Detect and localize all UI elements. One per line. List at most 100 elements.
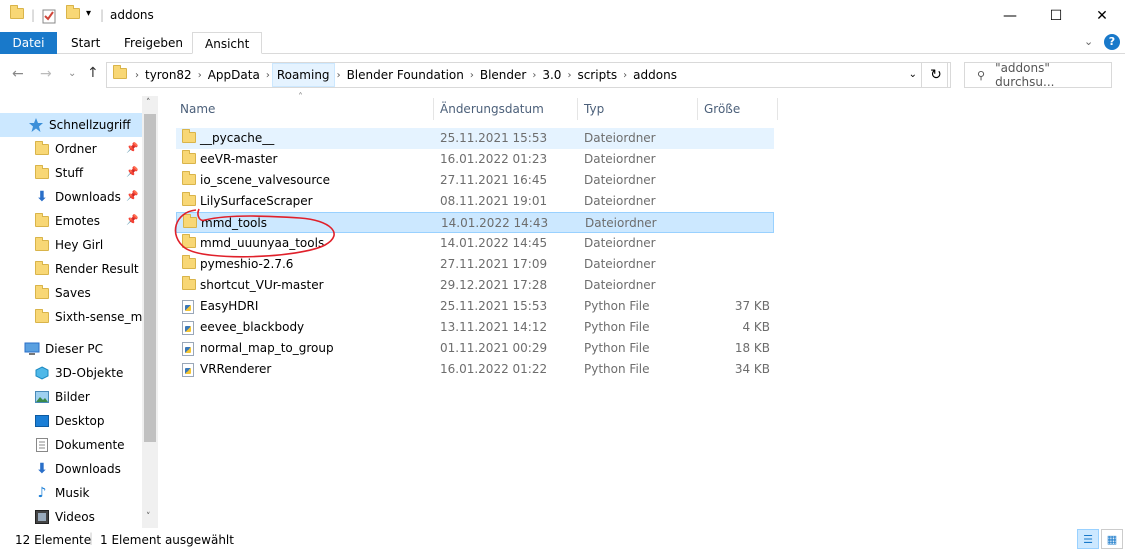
details-view-icon: ☰	[1083, 532, 1093, 546]
column-header-size[interactable]: Größe	[704, 96, 740, 122]
cube-icon	[34, 365, 50, 381]
sidebar-item-hey-girl[interactable]: Hey Girl	[0, 233, 103, 257]
folder-icon	[34, 236, 50, 253]
customize-toolbar-icon[interactable]: ▾	[86, 8, 91, 24]
sidebar-item-downloads-pc[interactable]: ⬇ Downloads	[0, 457, 121, 481]
sidebar-item-sixth-sense[interactable]: Sixth-sense_mot	[0, 305, 154, 329]
recent-locations-icon[interactable]: ⌄	[68, 68, 76, 79]
folder-icon	[34, 260, 50, 277]
download-icon: ⬇	[36, 461, 48, 477]
file-row[interactable]: io_scene_valvesource 27.11.2021 16:45 Da…	[176, 170, 774, 191]
file-row[interactable]: EasyHDRI 25.11.2021 15:53 Python File 37…	[176, 296, 774, 317]
search-placeholder: "addons" durchsu...	[995, 61, 1055, 89]
file-row[interactable]: eeVR-master 16.01.2022 01:23 Dateiordner	[176, 149, 774, 170]
search-input[interactable]: ⚲ "addons" durchsu...	[964, 61, 1112, 89]
refresh-button[interactable]: ↻	[921, 62, 951, 88]
breadcrumb-appdata[interactable]: AppData	[204, 63, 264, 87]
navigation-pane: Schnellzugriff Ordner 📌 Stuff 📌 ⬇ Downloa…	[0, 96, 158, 528]
star-icon	[28, 117, 44, 133]
up-button[interactable]: ↑	[87, 65, 99, 81]
file-row[interactable]: mmd_uuunyaa_tools 14.01.2022 14:45 Datei…	[176, 233, 774, 254]
file-row[interactable]: pymeshio-2.7.6 27.11.2021 17:09 Dateiord…	[176, 254, 774, 275]
title-bar: | ▾ | addons — ☐ ✕	[0, 0, 1125, 32]
sidebar-item-downloads[interactable]: ⬇ Downloads 📌	[0, 185, 138, 209]
column-header-date[interactable]: Änderungsdatum	[440, 96, 544, 122]
file-row-selected[interactable]: mmd_tools 14.01.2022 14:43 Dateiordner	[176, 212, 774, 233]
sidebar-item-bilder[interactable]: Bilder	[0, 385, 90, 409]
pin-icon[interactable]: 📌	[126, 185, 138, 209]
breadcrumb-blender-foundation[interactable]: Blender Foundation	[343, 63, 468, 87]
file-row[interactable]: VRRenderer 16.01.2022 01:22 Python File …	[176, 359, 774, 380]
sidebar-item-stuff[interactable]: Stuff 📌	[0, 161, 138, 185]
sidebar-item-desktop[interactable]: Desktop	[0, 409, 105, 433]
sidebar-item-schnellzugriff[interactable]: Schnellzugriff	[0, 113, 142, 137]
breadcrumb-blender[interactable]: Blender	[476, 63, 531, 87]
ribbon: Datei Start Freigeben Ansicht ⌄ ?	[0, 32, 1125, 54]
folder-icon	[34, 164, 50, 181]
separator: |	[31, 8, 36, 22]
details-view-button[interactable]: ☰	[1077, 529, 1099, 549]
sidebar-item-render-result[interactable]: Render Result 20	[0, 257, 158, 281]
large-icons-view-icon: ▦	[1106, 532, 1118, 546]
large-icons-view-button[interactable]: ▦	[1101, 529, 1123, 549]
file-row[interactable]: eevee_blackbody 13.11.2021 14:12 Python …	[176, 317, 774, 338]
documents-icon	[34, 437, 50, 453]
pin-icon[interactable]: 📌	[126, 209, 138, 233]
nav-scrollbar-thumb[interactable]	[144, 114, 156, 442]
address-bar[interactable]: › tyron82 › AppData › Roaming › Blender …	[106, 62, 948, 88]
sort-ascending-icon: ˄	[298, 92, 303, 103]
breadcrumb-3-0[interactable]: 3.0	[538, 63, 565, 87]
file-row[interactable]: normal_map_to_group 01.11.2021 00:29 Pyt…	[176, 338, 774, 359]
new-folder-icon[interactable]	[66, 5, 80, 24]
properties-icon[interactable]	[42, 8, 56, 24]
search-icon: ⚲	[977, 68, 986, 82]
refresh-icon: ↻	[930, 67, 942, 83]
music-icon: ♪	[37, 485, 47, 501]
sidebar-item-ordner[interactable]: Ordner 📌	[0, 137, 138, 161]
status-bar: 12 Elemente | 1 Element ausgewählt	[15, 531, 234, 547]
expand-ribbon-icon[interactable]: ⌄	[1084, 35, 1093, 48]
column-header-type[interactable]: Typ	[584, 96, 604, 122]
selection-count: 1 Element ausgewählt	[100, 533, 234, 547]
video-icon	[34, 509, 50, 525]
scroll-down-icon[interactable]: ˅	[146, 512, 151, 522]
file-row[interactable]: LilySurfaceScraper 08.11.2021 19:01 Date…	[176, 191, 774, 212]
minimize-button[interactable]: —	[987, 0, 1033, 32]
scroll-up-icon[interactable]: ˄	[146, 98, 151, 108]
sidebar-item-dokumente[interactable]: Dokumente	[0, 433, 125, 457]
desktop-icon	[34, 413, 50, 429]
column-header-name[interactable]: Name	[180, 96, 215, 122]
tab-datei[interactable]: Datei	[0, 32, 57, 54]
maximize-button[interactable]: ☐	[1033, 0, 1079, 32]
breadcrumb-roaming[interactable]: Roaming	[271, 63, 335, 87]
close-button[interactable]: ✕	[1079, 0, 1125, 32]
address-dropdown-icon[interactable]: ⌄	[909, 69, 917, 80]
file-row[interactable]: __pycache__ 25.11.2021 15:53 Dateiordner	[176, 128, 774, 149]
computer-icon	[24, 341, 40, 357]
breadcrumb-scripts[interactable]: scripts	[573, 63, 621, 87]
window-title: addons	[110, 8, 154, 22]
folder-icon	[113, 65, 127, 82]
pin-icon[interactable]: 📌	[126, 161, 138, 185]
folder-icon	[34, 140, 50, 157]
pin-icon[interactable]: 📌	[126, 137, 138, 161]
back-button[interactable]: ←	[12, 66, 24, 82]
download-icon: ⬇	[36, 189, 48, 205]
file-row[interactable]: shortcut_VUr-master 29.12.2021 17:28 Dat…	[176, 275, 774, 296]
tab-ansicht[interactable]: Ansicht	[192, 32, 263, 54]
folder-icon	[34, 308, 50, 325]
sidebar-item-3d-objekte[interactable]: 3D-Objekte	[0, 361, 123, 385]
tab-start[interactable]: Start	[59, 32, 112, 54]
sidebar-item-saves[interactable]: Saves	[0, 281, 91, 305]
breadcrumb-tyron82[interactable]: tyron82	[141, 63, 196, 87]
folder-icon	[34, 212, 50, 229]
breadcrumb-addons[interactable]: addons	[629, 63, 681, 87]
sidebar-item-musik[interactable]: ♪ Musik	[0, 481, 90, 505]
tab-freigeben[interactable]: Freigeben	[112, 32, 195, 54]
sidebar-item-emotes[interactable]: Emotes 📌	[0, 209, 138, 233]
forward-button[interactable]: →	[40, 66, 52, 82]
help-icon[interactable]: ?	[1104, 34, 1120, 50]
sidebar-item-videos[interactable]: Videos	[0, 505, 95, 528]
folder-icon[interactable]	[10, 5, 24, 24]
sidebar-item-dieser-pc[interactable]: Dieser PC	[0, 337, 103, 361]
